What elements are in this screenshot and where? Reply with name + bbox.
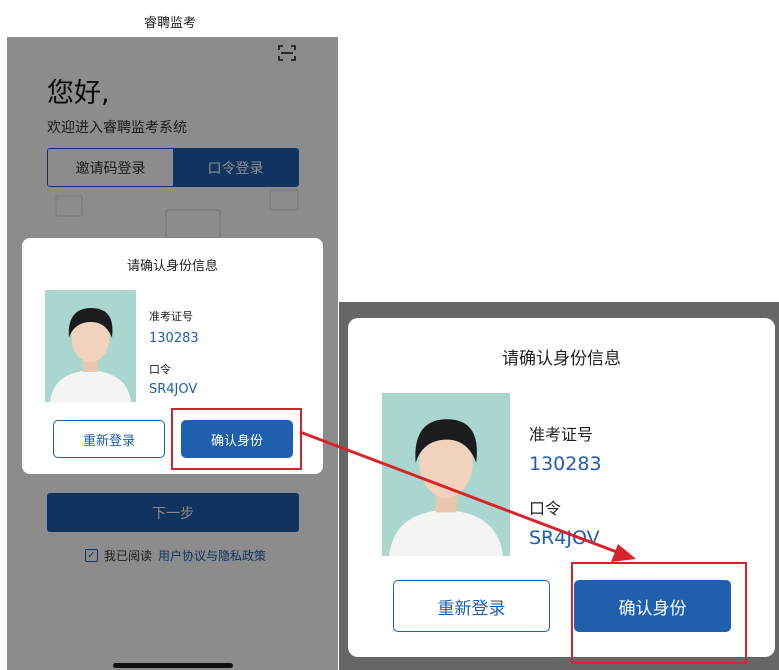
relogin-button[interactable]: 重新登录 — [53, 420, 165, 458]
avatar-photo — [45, 290, 136, 402]
password-value: SR4JOV — [529, 527, 600, 549]
confirm-identity-dialog-zoomed: 请确认身份信息 准考证号 130283 口令 SR4JOV 重新登录 确认身份 — [348, 318, 775, 664]
password-label: 口令 — [149, 363, 171, 376]
home-indicator — [113, 663, 233, 668]
zoomed-dialog-panel: 请确认身份信息 准考证号 130283 口令 SR4JOV 重新登录 确认身份 — [339, 302, 779, 670]
exam-id-value: 130283 — [529, 453, 602, 475]
confirm-identity-dialog: 请确认身份信息 准考证号 130283 口令 SR4JOV 重新登录 确认身份 — [22, 238, 323, 474]
avatar-photo — [382, 393, 510, 556]
app-title: 睿聘监考 — [143, 16, 196, 31]
dialog-title: 请确认身份信息 — [502, 349, 621, 369]
password-value: SR4JOV — [149, 382, 198, 397]
relogin-button[interactable]: 重新登录 — [393, 580, 550, 632]
highlight-box — [171, 408, 302, 470]
dialog-title: 请确认身份信息 — [126, 259, 218, 274]
password-label: 口令 — [529, 499, 562, 518]
exam-id-value: 130283 — [149, 331, 199, 346]
exam-id-label: 准考证号 — [529, 425, 594, 444]
exam-id-label: 准考证号 — [149, 310, 193, 323]
highlight-box — [571, 562, 747, 664]
